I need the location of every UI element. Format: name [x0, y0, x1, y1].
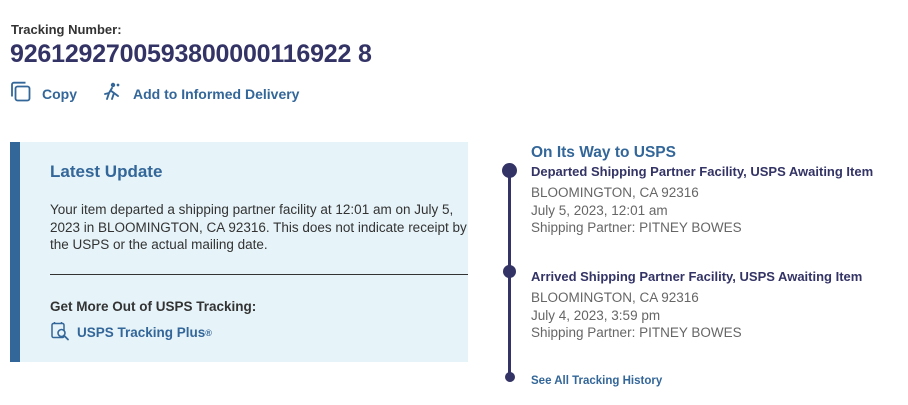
- event-datetime: July 5, 2023, 12:01 am: [531, 202, 668, 218]
- event-partner: Shipping Partner: PITNEY BOWES: [531, 325, 742, 340]
- event-datetime: July 4, 2023, 3:59 pm: [531, 307, 661, 323]
- see-all-tracking-history-link[interactable]: See All Tracking History: [531, 375, 662, 387]
- tracking-number-label: Tracking Number:: [11, 22, 122, 37]
- tracking-actions: Copy Add to Informed Delivery: [10, 81, 323, 106]
- event-title: Arrived Shipping Partner Facility, USPS …: [531, 269, 863, 284]
- registered-mark: ®: [205, 327, 212, 338]
- usps-tracking-plus-link[interactable]: USPS Tracking Plus ®: [50, 321, 212, 344]
- timeline-dot: [503, 265, 516, 278]
- timeline-dot-end: [505, 372, 515, 382]
- status-title: On Its Way to USPS: [531, 144, 676, 161]
- timeline-dot-current: [502, 163, 517, 178]
- latest-update-panel: Latest Update Your item departed a shipp…: [10, 142, 468, 362]
- event-partner: Shipping Partner: PITNEY BOWES: [531, 220, 742, 235]
- usps-tracking-plus-label: USPS Tracking Plus: [77, 325, 206, 340]
- copy-icon: [10, 81, 42, 106]
- tracking-event: Arrived Shipping Partner Facility, USPS …: [531, 269, 862, 342]
- add-to-informed-delivery-label: Add to Informed Delivery: [133, 85, 300, 102]
- latest-update-title: Latest Update: [50, 162, 163, 181]
- informed-delivery-icon: [101, 81, 133, 106]
- tracking-number: 9261292700593800000116922 8: [10, 40, 372, 68]
- tracking-event: Departed Shipping Partner Facility, USPS…: [531, 164, 873, 237]
- event-location: BLOOMINGTON, CA 92316: [531, 185, 699, 200]
- latest-update-text: Your item departed a shipping partner fa…: [50, 202, 467, 252]
- divider: [50, 274, 468, 275]
- tracking-plus-icon: [50, 321, 77, 344]
- more-tracking-title: Get More Out of USPS Tracking:: [50, 299, 257, 314]
- event-title: Departed Shipping Partner Facility, USPS…: [531, 164, 874, 179]
- event-location: BLOOMINGTON, CA 92316: [531, 290, 699, 305]
- add-to-informed-delivery-button[interactable]: Add to Informed Delivery: [101, 81, 299, 106]
- copy-label: Copy: [42, 85, 77, 102]
- copy-button[interactable]: Copy: [10, 81, 77, 106]
